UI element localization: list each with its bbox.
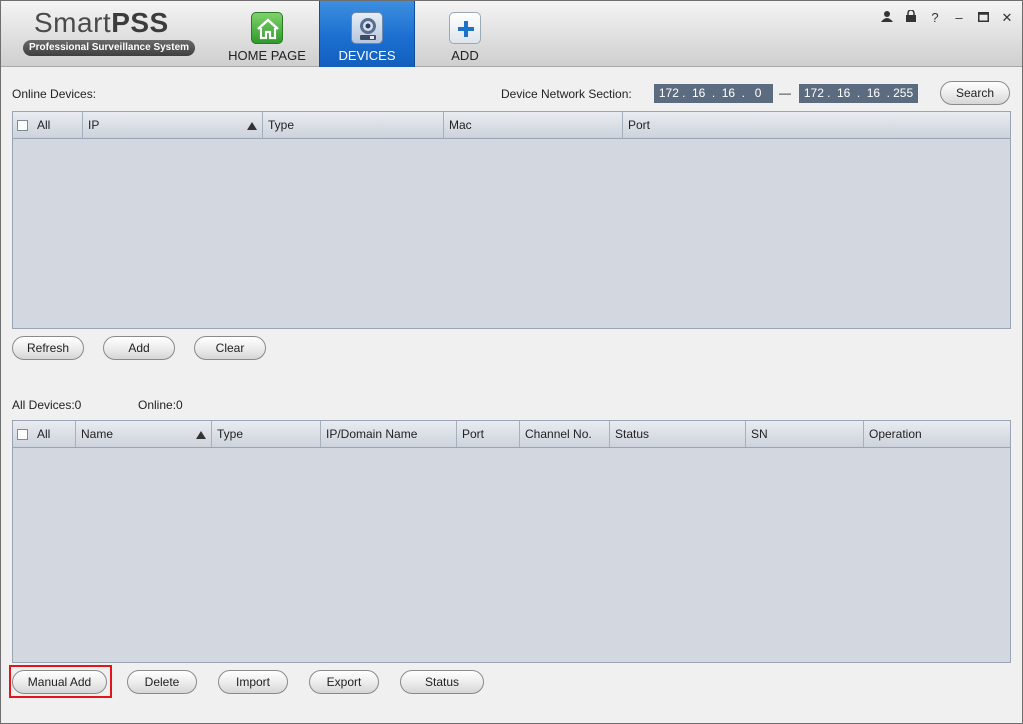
col-port[interactable]: Port bbox=[623, 112, 1010, 138]
ip-start-octet-2[interactable]: 16 bbox=[687, 84, 711, 103]
online-devices-header: All IP Type Mac Port bbox=[13, 112, 1010, 139]
col-all-label: All bbox=[37, 118, 51, 132]
status-button[interactable]: Status bbox=[400, 670, 484, 694]
app-header: SmartPSS Professional Surveillance Syste… bbox=[1, 1, 1022, 67]
col-all[interactable]: All bbox=[13, 421, 76, 447]
all-devices-count: All Devices:0 bbox=[12, 398, 82, 412]
refresh-button[interactable]: Refresh bbox=[12, 336, 84, 360]
maximize-icon[interactable] bbox=[974, 10, 992, 26]
clear-button[interactable]: Clear bbox=[194, 336, 266, 360]
app-logo: SmartPSS Professional Surveillance Syste… bbox=[23, 7, 195, 57]
ip-end-octet-4[interactable]: 255 bbox=[891, 84, 915, 103]
smartpss-window: SmartPSS Professional Surveillance Syste… bbox=[0, 0, 1023, 724]
col-name[interactable]: Name bbox=[76, 421, 212, 447]
tab-add-label: ADD bbox=[451, 48, 479, 63]
logo-text: SmartPSS bbox=[34, 7, 169, 38]
online-devices-table: All IP Type Mac Port bbox=[12, 111, 1011, 329]
range-dash: — bbox=[779, 86, 791, 100]
col-mac[interactable]: Mac bbox=[444, 112, 623, 138]
tab-devices-label: DEVICES bbox=[338, 48, 396, 63]
col-ip[interactable]: IP bbox=[83, 112, 263, 138]
col-ip-label: IP bbox=[88, 118, 100, 132]
logo-subtitle: Professional Surveillance System bbox=[23, 40, 195, 56]
col-operation[interactable]: Operation bbox=[864, 421, 1010, 447]
user-icon[interactable] bbox=[878, 10, 896, 26]
minimize-icon[interactable]: – bbox=[950, 10, 968, 26]
home-icon bbox=[251, 12, 283, 44]
search-button[interactable]: Search bbox=[940, 81, 1010, 105]
close-icon[interactable]: ✕ bbox=[998, 10, 1016, 26]
delete-button[interactable]: Delete bbox=[127, 670, 197, 694]
add-icon bbox=[449, 12, 481, 44]
col-name-label: Name bbox=[81, 427, 114, 441]
ip-start-octet-3[interactable]: 16 bbox=[717, 84, 741, 103]
online-count: Online:0 bbox=[138, 398, 183, 412]
ip-end-field[interactable]: 172. 16. 16. 255 bbox=[799, 84, 918, 103]
col-port[interactable]: Port bbox=[457, 421, 520, 447]
online-devices-title: Online Devices: bbox=[12, 87, 97, 101]
col-channel-no[interactable]: Channel No. bbox=[520, 421, 610, 447]
ip-start-octet-4[interactable]: 0 bbox=[746, 84, 770, 103]
manual-add-button[interactable]: Manual Add bbox=[12, 670, 107, 694]
tab-add[interactable]: ADD bbox=[417, 1, 513, 67]
window-controls: ? – ✕ bbox=[878, 9, 1016, 26]
col-all[interactable]: All bbox=[13, 112, 83, 138]
col-all-label: All bbox=[37, 427, 51, 441]
select-all-checkbox[interactable] bbox=[17, 120, 28, 131]
col-type[interactable]: Type bbox=[263, 112, 444, 138]
ip-start-field[interactable]: 172. 16. 16. 0 bbox=[654, 84, 773, 103]
ip-start-octet-1[interactable]: 172 bbox=[657, 84, 681, 103]
tab-devices[interactable]: DEVICES bbox=[319, 1, 415, 67]
col-type[interactable]: Type bbox=[212, 421, 321, 447]
sort-asc-icon bbox=[247, 122, 257, 130]
ip-end-octet-2[interactable]: 16 bbox=[832, 84, 856, 103]
add-button[interactable]: Add bbox=[103, 336, 175, 360]
select-all-checkbox[interactable] bbox=[17, 429, 28, 440]
import-button[interactable]: Import bbox=[218, 670, 288, 694]
col-status[interactable]: Status bbox=[610, 421, 746, 447]
help-icon[interactable]: ? bbox=[926, 10, 944, 26]
tab-home-page[interactable]: HOME PAGE bbox=[219, 1, 315, 67]
ip-end-octet-1[interactable]: 172 bbox=[802, 84, 826, 103]
all-devices-table: All Name Type IP/Domain Name Port Channe… bbox=[12, 420, 1011, 663]
all-devices-header: All Name Type IP/Domain Name Port Channe… bbox=[13, 421, 1010, 448]
sort-asc-icon bbox=[196, 431, 206, 439]
tab-home-page-label: HOME PAGE bbox=[228, 48, 306, 63]
network-section-label: Device Network Section: bbox=[501, 87, 632, 101]
col-sn[interactable]: SN bbox=[746, 421, 864, 447]
ip-end-octet-3[interactable]: 16 bbox=[862, 84, 886, 103]
export-button[interactable]: Export bbox=[309, 670, 379, 694]
lock-icon[interactable] bbox=[902, 9, 920, 26]
devices-icon bbox=[351, 12, 383, 44]
col-ip-domain[interactable]: IP/Domain Name bbox=[321, 421, 457, 447]
